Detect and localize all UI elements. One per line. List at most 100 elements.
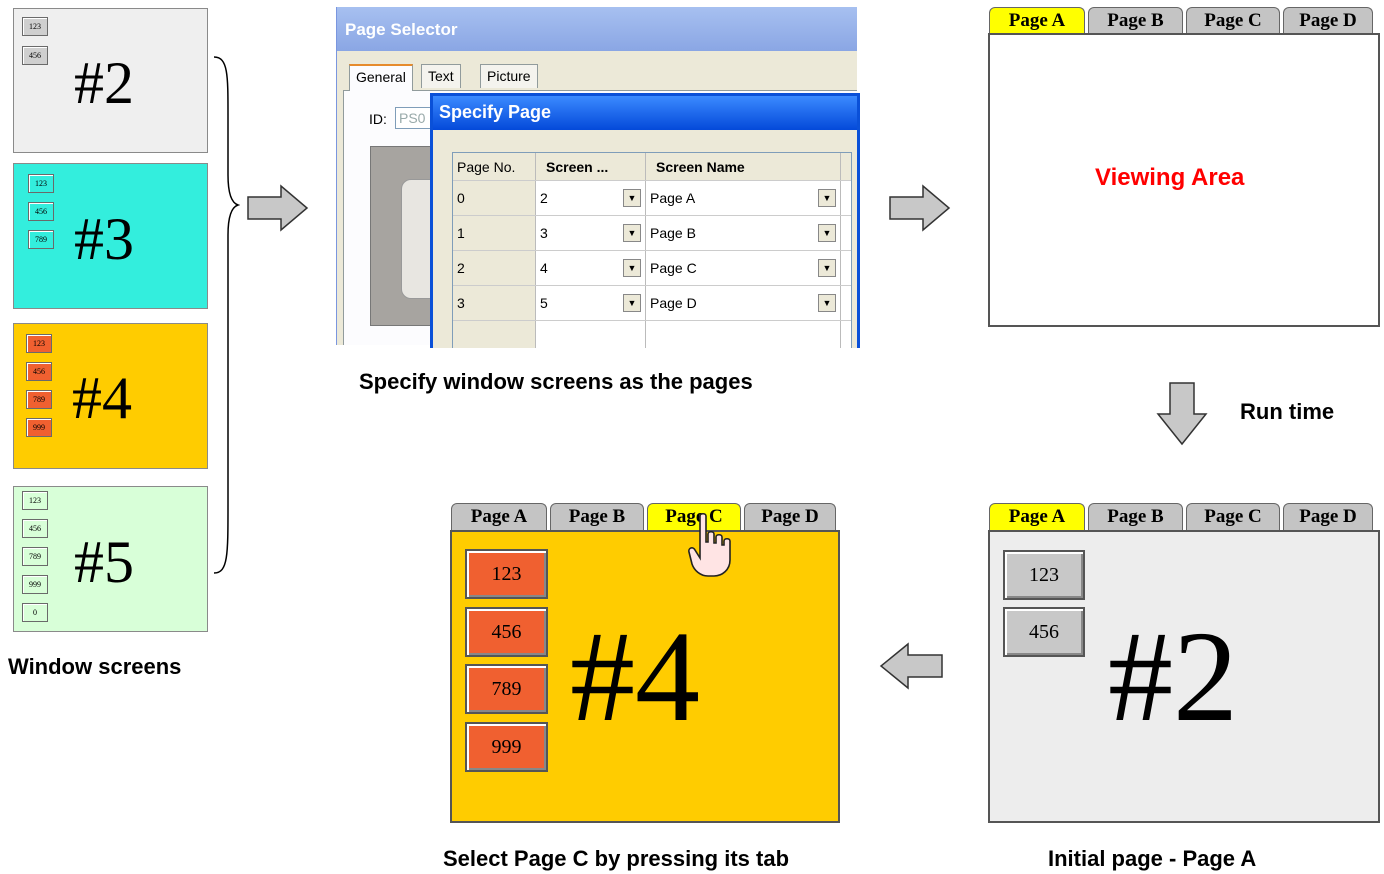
viewing-area-panel: Viewing Area bbox=[988, 33, 1380, 327]
name-select[interactable]: Page D ▼ bbox=[646, 286, 841, 320]
arrow-down-icon bbox=[1156, 382, 1208, 446]
arrow-left-icon bbox=[879, 642, 943, 690]
screen-button: 999 bbox=[26, 418, 52, 437]
chevron-down-icon[interactable]: ▼ bbox=[818, 259, 836, 277]
tab-page-d[interactable]: Page D bbox=[1283, 7, 1373, 35]
screen-select[interactable]: 4 ▼ bbox=[536, 251, 646, 285]
chevron-down-icon[interactable]: ▼ bbox=[623, 224, 641, 242]
name-select[interactable]: Page B ▼ bbox=[646, 216, 841, 250]
viewing-tabbar: Page A Page B Page C Page D bbox=[989, 7, 1379, 35]
id-input[interactable]: PS0 bbox=[395, 107, 435, 129]
screen-value: 4 bbox=[540, 260, 548, 276]
screen-button: 123 bbox=[22, 491, 48, 510]
name-select[interactable]: Page C ▼ bbox=[646, 251, 841, 285]
chevron-down-icon[interactable]: ▼ bbox=[623, 259, 641, 277]
column-header: Page No. bbox=[453, 153, 536, 180]
screen-button: 123 bbox=[26, 334, 52, 353]
arrow-right-icon bbox=[247, 184, 309, 232]
page-no-cell: 0 bbox=[453, 181, 536, 215]
initial-page-caption: Initial page - Page A bbox=[1048, 846, 1257, 871]
chevron-down-icon[interactable]: ▼ bbox=[818, 294, 836, 312]
table-row: 3 5 ▼ Page D ▼ bbox=[453, 286, 851, 321]
page-no-cell: 2 bbox=[453, 251, 536, 285]
chevron-down-icon[interactable]: ▼ bbox=[818, 224, 836, 242]
screen-button: 456 bbox=[22, 519, 48, 538]
name-select[interactable]: Page A ▼ bbox=[646, 181, 841, 215]
table-header: Page No. Screen ... Screen Name bbox=[453, 153, 851, 181]
screen-value: 5 bbox=[540, 295, 548, 311]
column-header: Screen Name bbox=[646, 153, 841, 180]
column-header: Screen ... bbox=[536, 153, 646, 180]
window-screen-4: 123 456 789 999 #4 bbox=[13, 323, 208, 469]
screen-button: 123 bbox=[22, 17, 48, 36]
page-no-cell: 1 bbox=[453, 216, 536, 250]
table-row: 1 3 ▼ Page B ▼ bbox=[453, 216, 851, 251]
window-screen-2: 123 456 #2 bbox=[13, 8, 208, 153]
run-time-label: Run time bbox=[1240, 399, 1335, 424]
name-value: Page C bbox=[650, 260, 697, 276]
screen-button: 789 bbox=[26, 390, 52, 409]
screen-select[interactable]: 2 ▼ bbox=[536, 181, 646, 215]
table-row bbox=[453, 321, 851, 348]
tab-text[interactable]: Text bbox=[421, 64, 461, 88]
chevron-down-icon[interactable]: ▼ bbox=[623, 294, 641, 312]
tab-page-c[interactable]: Page C bbox=[1186, 503, 1280, 531]
page-c-panel: 123 456 789 999 #4 bbox=[450, 530, 840, 823]
tab-page-c[interactable]: Page C bbox=[1186, 7, 1280, 35]
name-value: Page B bbox=[650, 225, 696, 241]
tab-page-d[interactable]: Page D bbox=[744, 503, 836, 531]
table-row: 2 4 ▼ Page C ▼ bbox=[453, 251, 851, 286]
tab-page-b[interactable]: Page B bbox=[550, 503, 644, 531]
tab-page-a[interactable]: Page A bbox=[451, 503, 547, 531]
window-screens-caption: Window screens bbox=[8, 654, 182, 679]
selected-tabbar: Page A Page B Page C Page D bbox=[451, 503, 841, 531]
screen-button: 123 bbox=[28, 174, 54, 193]
screen-button: 789 bbox=[28, 230, 54, 249]
dialog-title: Page Selector bbox=[337, 7, 857, 51]
value-button-456[interactable]: 456 bbox=[465, 607, 548, 657]
arrow-right-icon bbox=[889, 184, 951, 232]
screen-button: 0 bbox=[22, 603, 48, 622]
screen-number: #5 bbox=[74, 529, 134, 595]
value-button-789[interactable]: 789 bbox=[465, 664, 548, 714]
page-number: #4 bbox=[570, 605, 700, 749]
screen-button: 456 bbox=[28, 202, 54, 221]
chevron-down-icon[interactable]: ▼ bbox=[623, 189, 641, 207]
hand-pointer-icon bbox=[688, 512, 731, 577]
tab-page-b[interactable]: Page B bbox=[1088, 7, 1183, 35]
tab-picture[interactable]: Picture bbox=[480, 64, 538, 88]
window-screen-5: 123 456 789 999 0 #5 bbox=[13, 486, 208, 632]
chevron-down-icon[interactable]: ▼ bbox=[818, 189, 836, 207]
tab-page-a[interactable]: Page A bbox=[989, 7, 1085, 35]
initial-page-panel: 123 456 #2 bbox=[988, 530, 1380, 823]
value-button-456[interactable]: 456 bbox=[1003, 607, 1085, 657]
window-screen-3: 123 456 789 #3 bbox=[13, 163, 208, 309]
viewing-area-label: Viewing Area bbox=[1095, 164, 1245, 191]
screen-select[interactable]: 5 ▼ bbox=[536, 286, 646, 320]
screen-value: 2 bbox=[540, 190, 548, 206]
screen-number: #3 bbox=[74, 206, 134, 272]
tab-page-b[interactable]: Page B bbox=[1088, 503, 1183, 531]
page-number: #2 bbox=[1108, 605, 1238, 749]
specify-page-dialog: Specify Page Page No. Screen ... Screen … bbox=[430, 93, 860, 348]
screen-number: #2 bbox=[74, 50, 134, 116]
initial-tabbar: Page A Page B Page C Page D bbox=[989, 503, 1379, 531]
value-button-999[interactable]: 999 bbox=[465, 722, 548, 772]
page-no-cell: 3 bbox=[453, 286, 536, 320]
select-page-caption: Select Page C by pressing its tab bbox=[443, 846, 790, 871]
page-table: Page No. Screen ... Screen Name 0 2 ▼ Pag… bbox=[452, 152, 852, 348]
screen-value: 3 bbox=[540, 225, 548, 241]
brace-icon bbox=[213, 56, 240, 574]
name-value: Page D bbox=[650, 295, 697, 311]
name-value: Page A bbox=[650, 190, 696, 206]
value-button-123[interactable]: 123 bbox=[1003, 550, 1085, 600]
screen-button: 456 bbox=[22, 46, 48, 65]
id-label: ID: bbox=[369, 111, 387, 127]
screen-button: 999 bbox=[22, 575, 48, 594]
screen-select[interactable]: 3 ▼ bbox=[536, 216, 646, 250]
tab-page-d[interactable]: Page D bbox=[1283, 503, 1373, 531]
value-button-123[interactable]: 123 bbox=[465, 549, 548, 599]
table-row: 0 2 ▼ Page A ▼ bbox=[453, 181, 851, 216]
tab-general[interactable]: General bbox=[349, 64, 413, 91]
tab-page-a[interactable]: Page A bbox=[989, 503, 1085, 531]
